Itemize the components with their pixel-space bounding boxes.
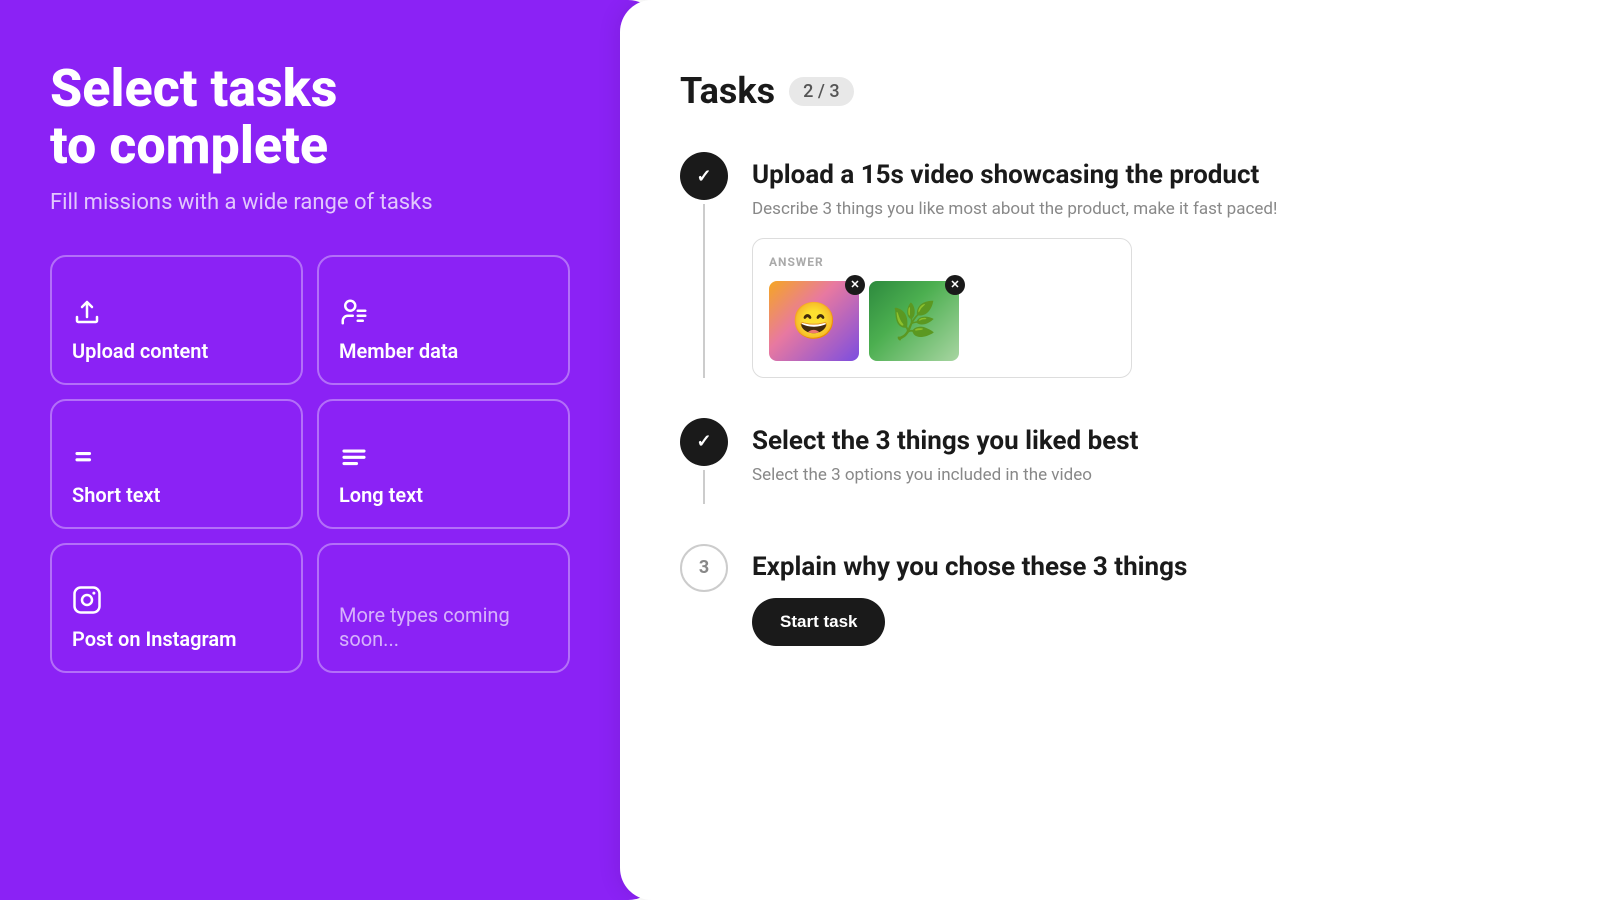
task-item-2: ✓ Select the 3 things you liked best Sel…	[680, 418, 1540, 544]
answer-images: 😄 ✕ 🌿 ✕	[769, 281, 1115, 361]
step-circle-1: ✓	[680, 152, 728, 200]
tasks-section-title: Tasks	[680, 70, 775, 112]
long-text-icon	[339, 441, 369, 471]
page-subtitle: Fill missions with a wide range of tasks	[50, 190, 570, 215]
step-number-3: 3	[699, 557, 709, 578]
start-task-button[interactable]: Start task	[752, 598, 885, 646]
task-item-left-3: 3	[680, 544, 728, 646]
task-heading-3: Explain why you chose these 3 things	[752, 552, 1540, 582]
task-item-1: ✓ Upload a 15s video showcasing the prod…	[680, 152, 1540, 418]
short-text-icon	[72, 441, 102, 471]
card-more-types: More types coming soon...	[317, 543, 570, 673]
member-icon	[339, 297, 369, 327]
task-item-left-1: ✓	[680, 152, 728, 378]
right-panel: Tasks 2 / 3 ✓ Upload a 15s video showcas…	[620, 0, 1600, 900]
remove-image-1-button[interactable]: ✕	[845, 275, 865, 295]
left-panel: Select tasksto complete Fill missions wi…	[0, 0, 620, 900]
remove-image-2-button[interactable]: ✕	[945, 275, 965, 295]
card-label-short-text: Short text	[72, 483, 281, 507]
upload-icon	[72, 297, 102, 327]
task-list: ✓ Upload a 15s video showcasing the prod…	[680, 152, 1540, 646]
card-label-long-text: Long text	[339, 483, 548, 507]
tasks-badge: 2 / 3	[789, 77, 853, 106]
task-content-2: Select the 3 things you liked best Selec…	[752, 418, 1540, 504]
card-label-more: More types coming soon...	[339, 603, 548, 651]
page-title: Select tasksto complete	[50, 60, 570, 174]
card-long-text[interactable]: Long text	[317, 399, 570, 529]
check-icon-2: ✓	[696, 431, 711, 452]
task-item-3: 3 Explain why you chose these 3 things S…	[680, 544, 1540, 646]
card-label-instagram: Post on Instagram	[72, 627, 281, 651]
connector-2	[703, 470, 705, 504]
card-label-member: Member data	[339, 339, 548, 363]
check-icon-1: ✓	[696, 166, 711, 187]
task-desc-2: Select the 3 options you included in the…	[752, 464, 1540, 488]
tasks-header: Tasks 2 / 3	[680, 70, 1540, 112]
card-short-text[interactable]: Short text	[50, 399, 303, 529]
answer-img-wrap-2: 🌿 ✕	[869, 281, 959, 361]
answer-image-2: 🌿	[869, 281, 959, 361]
connector-1	[703, 204, 705, 378]
answer-label: ANSWER	[769, 255, 1115, 269]
answer-img-wrap-1: 😄 ✕	[769, 281, 859, 361]
step-circle-2: ✓	[680, 418, 728, 466]
instagram-icon	[72, 585, 102, 615]
step-circle-3: 3	[680, 544, 728, 592]
task-card-grid: Upload content Member data Short text	[50, 255, 570, 673]
person-placeholder: 😄	[769, 281, 859, 361]
answer-image-1: 😄	[769, 281, 859, 361]
task-content-1: Upload a 15s video showcasing the produc…	[752, 152, 1540, 378]
task-heading-2: Select the 3 things you liked best	[752, 426, 1540, 456]
card-instagram[interactable]: Post on Instagram	[50, 543, 303, 673]
plant-placeholder: 🌿	[869, 281, 959, 361]
task-content-3: Explain why you chose these 3 things Sta…	[752, 544, 1540, 646]
task-heading-1: Upload a 15s video showcasing the produc…	[752, 160, 1540, 190]
task-item-left-2: ✓	[680, 418, 728, 504]
answer-box: ANSWER 😄 ✕ 🌿 ✕	[752, 238, 1132, 378]
card-member-data[interactable]: Member data	[317, 255, 570, 385]
task-desc-1: Describe 3 things you like most about th…	[752, 198, 1540, 222]
card-upload-content[interactable]: Upload content	[50, 255, 303, 385]
card-label-upload: Upload content	[72, 339, 281, 363]
